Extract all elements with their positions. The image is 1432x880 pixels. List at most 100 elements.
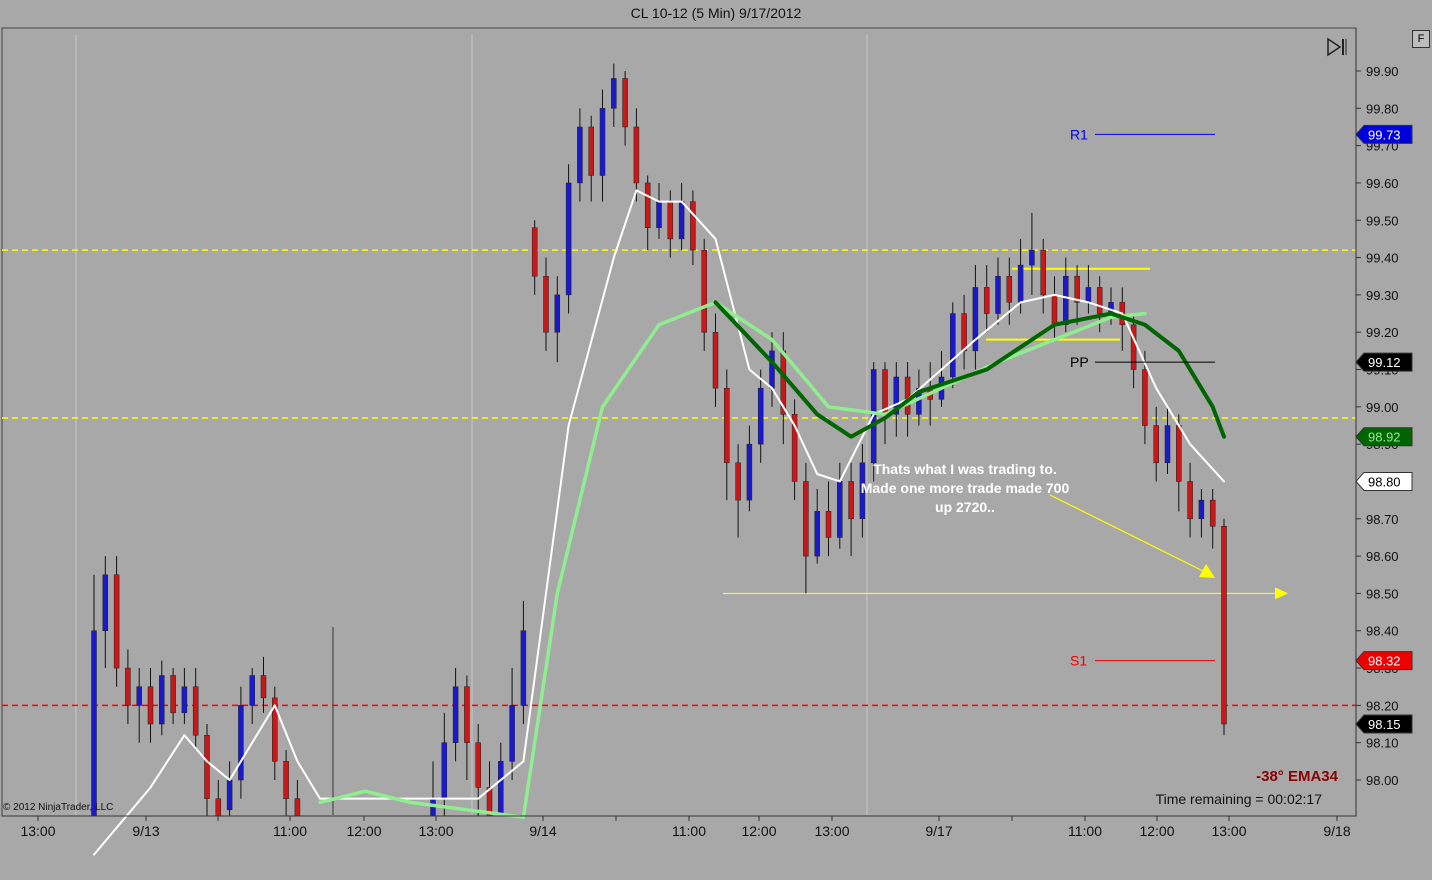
copyright: © 2012 NinjaTrader, LLC [3, 802, 114, 813]
x-tick-label: 13:00 [814, 823, 849, 839]
candle-body [1029, 249, 1035, 266]
candle-body [238, 705, 244, 781]
x-tick-label: 13:00 [1211, 823, 1246, 839]
candle-body [757, 387, 764, 445]
candle-body [983, 287, 990, 314]
candle-body [498, 761, 504, 817]
y-tick-label: 98.10 [1366, 736, 1399, 751]
candle-body [825, 511, 832, 538]
x-tick-label: 11:00 [273, 823, 307, 839]
candle-body [1176, 425, 1182, 482]
candle-body [181, 686, 188, 714]
candle-body [215, 798, 222, 817]
candle-body [1221, 526, 1227, 725]
x-tick-label: 9/18 [1323, 823, 1350, 839]
y-tick-label: 99.60 [1366, 176, 1399, 191]
x-tick-label: 11:00 [1068, 823, 1102, 839]
y-tick-label: 99.50 [1366, 213, 1399, 228]
candle-body [644, 182, 651, 228]
price-marker-label: 98.32 [1368, 654, 1401, 669]
candle-body [260, 675, 267, 699]
y-tick-label: 99.80 [1366, 101, 1399, 116]
candle-body [633, 126, 640, 184]
candle-body [735, 462, 741, 501]
candle-body [1130, 324, 1137, 370]
candle-body [1096, 287, 1103, 314]
y-tick-label: 98.70 [1366, 512, 1399, 527]
candle-body [1040, 249, 1046, 296]
candle-body [464, 686, 470, 743]
candle-body [249, 675, 255, 706]
f-button[interactable]: F [1412, 30, 1430, 48]
candle-body [192, 686, 199, 736]
note-line: Made one more trade made 700 [860, 480, 1070, 496]
candle-body [961, 313, 967, 352]
candle-body [746, 443, 753, 501]
price-marker-label: 98.80 [1368, 474, 1401, 489]
candle-body [1198, 499, 1205, 520]
y-tick-label: 99.40 [1366, 251, 1399, 266]
candle-body [226, 779, 233, 811]
candle-body [1051, 294, 1058, 325]
trade-note: Thats what I was trading to. Made one mo… [840, 460, 1090, 517]
x-tick-label: 9/14 [529, 823, 556, 839]
candle-body [91, 630, 97, 817]
pivot-label: S1 [1070, 653, 1087, 669]
candle-body [1209, 499, 1216, 527]
y-tick-label: 98.00 [1366, 773, 1399, 788]
candle-body [113, 574, 120, 669]
price-marker-label: 98.92 [1368, 430, 1401, 445]
candle-body [520, 630, 527, 706]
candle-body [441, 742, 448, 799]
candle-body [1164, 425, 1171, 464]
x-tick-label: 13:00 [418, 823, 453, 839]
candle-body [611, 78, 617, 109]
y-tick-label: 99.20 [1366, 325, 1399, 340]
candle-body [1006, 275, 1013, 303]
pivot-label: PP [1070, 354, 1089, 370]
candle-body [588, 126, 594, 176]
y-tick-label: 98.20 [1366, 698, 1399, 713]
y-tick-label: 98.40 [1366, 624, 1399, 639]
candle-body [904, 376, 911, 415]
candle-body [1063, 275, 1069, 325]
note-line: up 2720.. [935, 499, 995, 515]
candle-body [170, 675, 176, 714]
candle-body [283, 761, 289, 799]
x-tick-label: 9/13 [132, 823, 159, 839]
x-tick-label: 11:00 [672, 823, 706, 839]
candle-body [452, 686, 459, 743]
x-tick-label: 12:00 [346, 823, 381, 839]
candle-body [294, 798, 301, 817]
candle-body [622, 78, 628, 128]
candle-body [599, 108, 606, 176]
candle-body [531, 227, 538, 277]
price-marker-label: 99.73 [1368, 127, 1401, 142]
candle-body [565, 182, 572, 296]
candle-body [1085, 287, 1092, 303]
candle-body [577, 126, 583, 184]
plot-area [1, 27, 1357, 817]
candle-body [159, 675, 165, 725]
candle-body [1153, 425, 1159, 464]
x-tick-label: 9/17 [925, 823, 952, 839]
x-tick-label: 13:00 [20, 823, 55, 839]
time-remaining: Time remaining = 00:02:17 [1155, 791, 1322, 807]
candle-body [147, 686, 154, 725]
price-marker-label: 98.15 [1368, 717, 1401, 732]
pivot-label: R1 [1070, 126, 1088, 142]
candle-body [803, 481, 809, 557]
candle-body [136, 686, 142, 706]
y-tick-label: 99.30 [1366, 288, 1399, 303]
y-tick-label: 98.50 [1366, 586, 1399, 601]
y-tick-label: 98.60 [1366, 549, 1399, 564]
candle-body [543, 275, 549, 333]
candle-body [667, 201, 674, 240]
x-tick-label: 12:00 [741, 823, 776, 839]
note-line: Thats what I was trading to. [873, 461, 1057, 477]
candle-body [102, 574, 109, 631]
skip-to-end-icon[interactable] [1325, 36, 1349, 58]
price-chart[interactable]: R1PPS1 99.9099.8099.7099.6099.5099.4099.… [0, 0, 1432, 880]
candle-body [701, 249, 707, 333]
price-marker-label: 99.12 [1368, 355, 1401, 370]
